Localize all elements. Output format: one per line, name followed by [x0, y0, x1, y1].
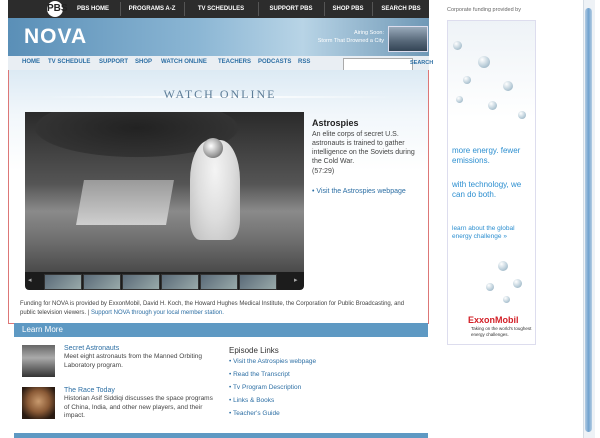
- nav-shop[interactable]: SHOP: [135, 59, 152, 65]
- episode-links-title: Episode Links: [229, 346, 279, 355]
- airing-soon-thumbnail[interactable]: [388, 26, 428, 52]
- molecule-graphic: [513, 279, 522, 288]
- search-button[interactable]: SEARCH: [410, 58, 436, 68]
- ad-headline: more energy. fewer emissions.: [452, 146, 521, 165]
- separator: [258, 2, 259, 16]
- airing-soon-label: Airing Soon:: [354, 30, 384, 36]
- separator: [184, 2, 185, 16]
- nav-podcasts[interactable]: PODCASTS: [258, 59, 291, 65]
- pbs-home-link[interactable]: PBS HOME: [68, 0, 118, 18]
- video-thumbnail[interactable]: [200, 274, 238, 290]
- ad-learn-link[interactable]: learn about the global energy challenge …: [452, 225, 532, 241]
- ad-tagline: Taking on the world's toughest energy ch…: [471, 326, 532, 337]
- video-thumbnail[interactable]: [83, 274, 121, 290]
- learn-more-bar: [14, 323, 428, 337]
- video-frame-helmet: [203, 138, 223, 158]
- race-today-thumbnail[interactable]: [22, 387, 55, 419]
- video-thumbnail[interactable]: [161, 274, 199, 290]
- support-pbs-link[interactable]: SUPPORT PBS: [260, 0, 322, 18]
- molecule-graphic: [453, 41, 462, 50]
- molecule-graphic: [478, 56, 490, 68]
- prev-arrow-icon[interactable]: ◂: [28, 276, 32, 284]
- funding-credits: Funding for NOVA is provided by ExxonMob…: [20, 301, 405, 316]
- nav-watch-online[interactable]: WATCH ONLINE: [161, 59, 207, 65]
- airing-soon-title[interactable]: Storm That Drowned a City: [300, 38, 384, 44]
- episode-webpage-link[interactable]: • Visit the Astrospies webpage: [312, 188, 406, 195]
- nav-tv-schedule[interactable]: TV SCHEDULE: [48, 59, 90, 65]
- episode-link-description[interactable]: • Tv Program Description: [229, 384, 301, 391]
- episode-link-books[interactable]: • Links & Books: [229, 397, 274, 404]
- episode-description: An elite corps of secret U.S. astronauts…: [312, 131, 415, 165]
- ad-subheadline: with technology, we can do both.: [452, 180, 522, 199]
- learn-more-item-desc: Historian Asif Siddiqi discusses the spa…: [64, 395, 213, 419]
- molecule-graphic: [498, 261, 508, 271]
- learn-more-item-title[interactable]: Secret Astronauts: [64, 345, 119, 352]
- episode-link-webpage[interactable]: • Visit the Astrospies webpage: [229, 358, 316, 365]
- nova-logo[interactable]: NOVA: [24, 25, 87, 49]
- separator: [120, 2, 121, 16]
- nav-teachers[interactable]: TEACHERS: [218, 59, 251, 65]
- separator: [372, 2, 373, 16]
- learn-more-title: Learn More: [22, 325, 63, 334]
- molecule-graphic: [486, 283, 494, 291]
- video-thumbnail[interactable]: [239, 274, 277, 290]
- episode-title: Astrospies: [312, 118, 359, 128]
- molecule-graphic: [503, 81, 513, 91]
- search-pbs-link[interactable]: SEARCH PBS: [374, 0, 428, 18]
- episode-duration: (57:29): [312, 168, 335, 175]
- tv-schedules-link[interactable]: TV SCHEDULES: [186, 0, 256, 18]
- next-arrow-icon[interactable]: ▸: [294, 276, 298, 284]
- support-nova-link[interactable]: Support NOVA through your local member s…: [91, 310, 224, 316]
- learn-more-item-desc: Meet eight astronauts from the Manned Or…: [64, 353, 203, 369]
- nav-support[interactable]: SUPPORT: [99, 59, 128, 65]
- nav-rss[interactable]: RSS: [298, 59, 310, 65]
- corporate-funding-label: Corporate funding provided by: [447, 7, 521, 13]
- molecule-graphic: [488, 101, 497, 110]
- watch-online-title: WATCH ONLINE: [163, 87, 277, 101]
- molecule-graphic: [503, 296, 510, 303]
- molecule-graphic: [463, 76, 471, 84]
- scrollbar-thumb[interactable]: [585, 8, 592, 432]
- molecule-graphic: [456, 96, 463, 103]
- video-thumbnail[interactable]: [122, 274, 160, 290]
- exxonmobil-logo[interactable]: ExxonMobil: [468, 315, 519, 325]
- nav-home[interactable]: HOME: [22, 59, 40, 65]
- episode-link-teachers-guide[interactable]: • Teacher's Guide: [229, 410, 280, 417]
- shop-pbs-link[interactable]: SHOP PBS: [326, 0, 370, 18]
- molecule-graphic: [518, 111, 526, 119]
- secret-astronauts-thumbnail[interactable]: [22, 345, 55, 377]
- pbs-logo[interactable]: PBS: [47, 1, 68, 17]
- programs-a-z-link[interactable]: PROGRAMS A-Z: [122, 0, 182, 18]
- episode-link-transcript[interactable]: • Read the Transcript: [229, 371, 290, 378]
- separator: [324, 2, 325, 16]
- footer-bar: [14, 433, 428, 438]
- learn-more-item-title[interactable]: The Race Today: [64, 387, 115, 394]
- video-thumbnail[interactable]: [44, 274, 82, 290]
- video-frame-lander: [76, 180, 174, 225]
